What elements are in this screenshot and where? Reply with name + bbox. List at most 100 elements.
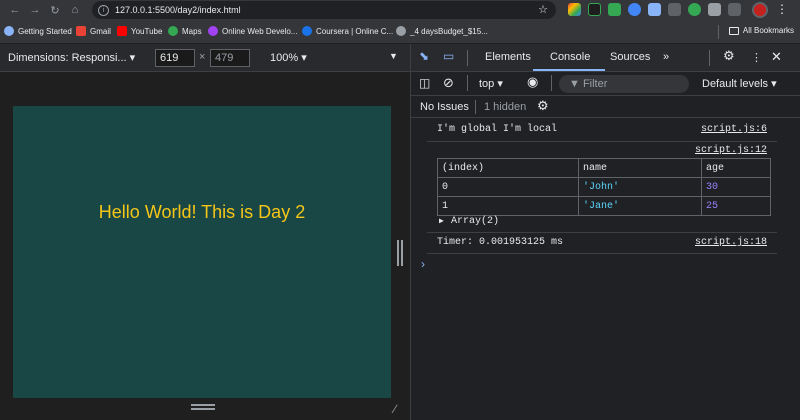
globe-icon	[396, 26, 406, 36]
globe-icon	[4, 26, 14, 36]
console-toolbar: ◫ ⊘ top ▾ ◉ ▼ Filter Default levels ▾	[411, 72, 800, 96]
browser-toolbar: ← → ↻ ⌂ i 127.0.0.1:5500/day2/index.html…	[0, 0, 800, 20]
log-text: I'm global I'm local	[437, 124, 558, 135]
source-link[interactable]: script.js:12	[695, 145, 767, 156]
more-options-icon[interactable]: ▼	[389, 51, 398, 61]
hidden-count: 1 hidden	[484, 101, 527, 113]
forward-icon[interactable]: →	[26, 1, 44, 19]
divider	[475, 100, 476, 114]
devtools-tabbar: ⬊ ▭ Elements Console Sources » ⚙ ⋮ ✕	[411, 44, 800, 72]
resize-handle-right[interactable]	[397, 240, 403, 266]
active-tab-indicator	[533, 69, 605, 71]
console-prompt-icon[interactable]: ›	[421, 257, 425, 271]
menu-kebab-icon[interactable]: ⋮	[776, 2, 788, 16]
bookmark-item[interactable]: _4 daysBudget_$15...	[396, 26, 488, 36]
extension-icon[interactable]	[668, 3, 681, 16]
bookmark-item[interactable]: Gmail	[76, 26, 111, 36]
extension-icon[interactable]	[628, 3, 641, 16]
reload-icon[interactable]: ↻	[46, 1, 64, 19]
table-cell: 25	[700, 196, 772, 216]
clear-console-icon[interactable]: ⊘	[443, 75, 454, 91]
all-bookmarks[interactable]: All Bookmarks	[728, 26, 794, 35]
tab-elements[interactable]: Elements	[485, 51, 531, 63]
table-header-row: (index) name age	[437, 158, 772, 178]
site-icon	[208, 26, 218, 36]
extension-icon[interactable]	[708, 3, 721, 16]
source-link[interactable]: script.js:6	[701, 124, 767, 135]
divider	[551, 75, 552, 91]
table-cell: 0	[437, 177, 579, 197]
source-link[interactable]: script.js:18	[695, 237, 767, 248]
console-table: (index) name age 0 'John' 30 1 'Jane' 25	[437, 158, 772, 216]
table-row: 1 'Jane' 25	[437, 196, 772, 216]
youtube-icon	[117, 26, 127, 36]
context-select[interactable]: top ▾	[479, 77, 503, 90]
resize-corner-icon[interactable]: ∕	[394, 402, 396, 416]
sidebar-toggle-icon[interactable]: ◫	[419, 76, 430, 90]
devtools-menu-icon[interactable]: ⋮	[751, 51, 762, 64]
resize-handle-bottom[interactable]	[191, 404, 215, 410]
devtools-panel: ⬊ ▭ Elements Console Sources » ⚙ ⋮ ✕ ◫ ⊘…	[410, 44, 800, 420]
filter-icon: ▼	[569, 78, 580, 90]
back-icon[interactable]: ←	[6, 1, 24, 19]
more-tabs-icon[interactable]: »	[663, 51, 669, 63]
maps-icon	[168, 26, 178, 36]
column-header[interactable]: (index)	[437, 158, 579, 178]
no-issues-label[interactable]: No Issues	[420, 101, 469, 113]
page-heading: Hello World! This is Day 2	[98, 202, 306, 222]
home-icon[interactable]: ⌂	[66, 1, 84, 19]
folder-icon	[728, 26, 739, 35]
times-icon: ×	[199, 51, 206, 63]
site-info-icon[interactable]: i	[98, 4, 109, 16]
bookmarks-bar: Getting Started Gmail YouTube Maps Onlin…	[0, 20, 800, 44]
bookmark-item[interactable]: YouTube	[117, 26, 162, 36]
extension-icon[interactable]	[568, 3, 581, 16]
profile-avatar[interactable]	[752, 2, 768, 18]
divider	[467, 75, 468, 91]
divider	[427, 232, 777, 233]
expand-triangle-icon[interactable]: ▶	[439, 216, 444, 226]
bookmark-star-icon[interactable]: ☆	[538, 3, 548, 16]
table-cell: 1	[437, 196, 579, 216]
settings-gear-icon[interactable]: ⚙	[537, 98, 549, 114]
column-header[interactable]: age	[700, 158, 772, 178]
log-levels-select[interactable]: Default levels ▾	[702, 77, 777, 90]
width-input[interactable]: 619	[155, 49, 195, 67]
divider	[709, 50, 710, 66]
address-bar[interactable]: i 127.0.0.1:5500/day2/index.html ☆	[92, 1, 556, 19]
extension-icon[interactable]	[588, 3, 601, 16]
log-text: Timer: 0.001953125 ms	[437, 237, 564, 248]
tab-console[interactable]: Console	[550, 51, 590, 63]
extension-icon[interactable]	[648, 3, 661, 16]
divider	[467, 50, 468, 66]
bookmark-item[interactable]: Getting Started	[4, 26, 72, 36]
device-toolbar: Dimensions: Responsi... ▾ 619 × 479 100%…	[0, 44, 410, 72]
table-row: 0 'John' 30	[437, 177, 772, 197]
gmail-icon	[76, 26, 86, 36]
divider	[718, 25, 719, 39]
extension-icon[interactable]	[728, 3, 741, 16]
extension-icon[interactable]	[688, 3, 701, 16]
bookmark-item[interactable]: Maps	[168, 26, 202, 36]
column-header[interactable]: name	[577, 158, 702, 178]
eye-icon[interactable]: ◉	[527, 74, 538, 90]
tab-sources[interactable]: Sources	[610, 51, 650, 63]
issues-bar: No Issues 1 hidden ⚙	[411, 96, 800, 118]
bookmark-item[interactable]: Online Web Develo...	[208, 26, 297, 36]
filter-input[interactable]: ▼ Filter	[559, 75, 689, 93]
dimensions-select[interactable]: Dimensions: Responsi... ▾	[8, 51, 135, 64]
divider	[427, 253, 777, 254]
settings-gear-icon[interactable]: ⚙	[723, 48, 735, 64]
extension-icon[interactable]	[608, 3, 621, 16]
height-input[interactable]: 479	[210, 49, 250, 67]
table-cell: 30	[700, 177, 772, 197]
array-label: Array(2)	[451, 216, 500, 227]
url-text: 127.0.0.1:5500/day2/index.html	[115, 5, 241, 15]
close-icon[interactable]: ✕	[771, 49, 782, 65]
coursera-icon	[302, 26, 312, 36]
inspect-icon[interactable]: ⬊	[419, 49, 429, 63]
zoom-select[interactable]: 100% ▾	[270, 51, 307, 64]
table-cell: 'Jane'	[577, 196, 702, 216]
device-toggle-icon[interactable]: ▭	[443, 49, 454, 63]
bookmark-item[interactable]: Coursera | Online C...	[302, 26, 393, 36]
